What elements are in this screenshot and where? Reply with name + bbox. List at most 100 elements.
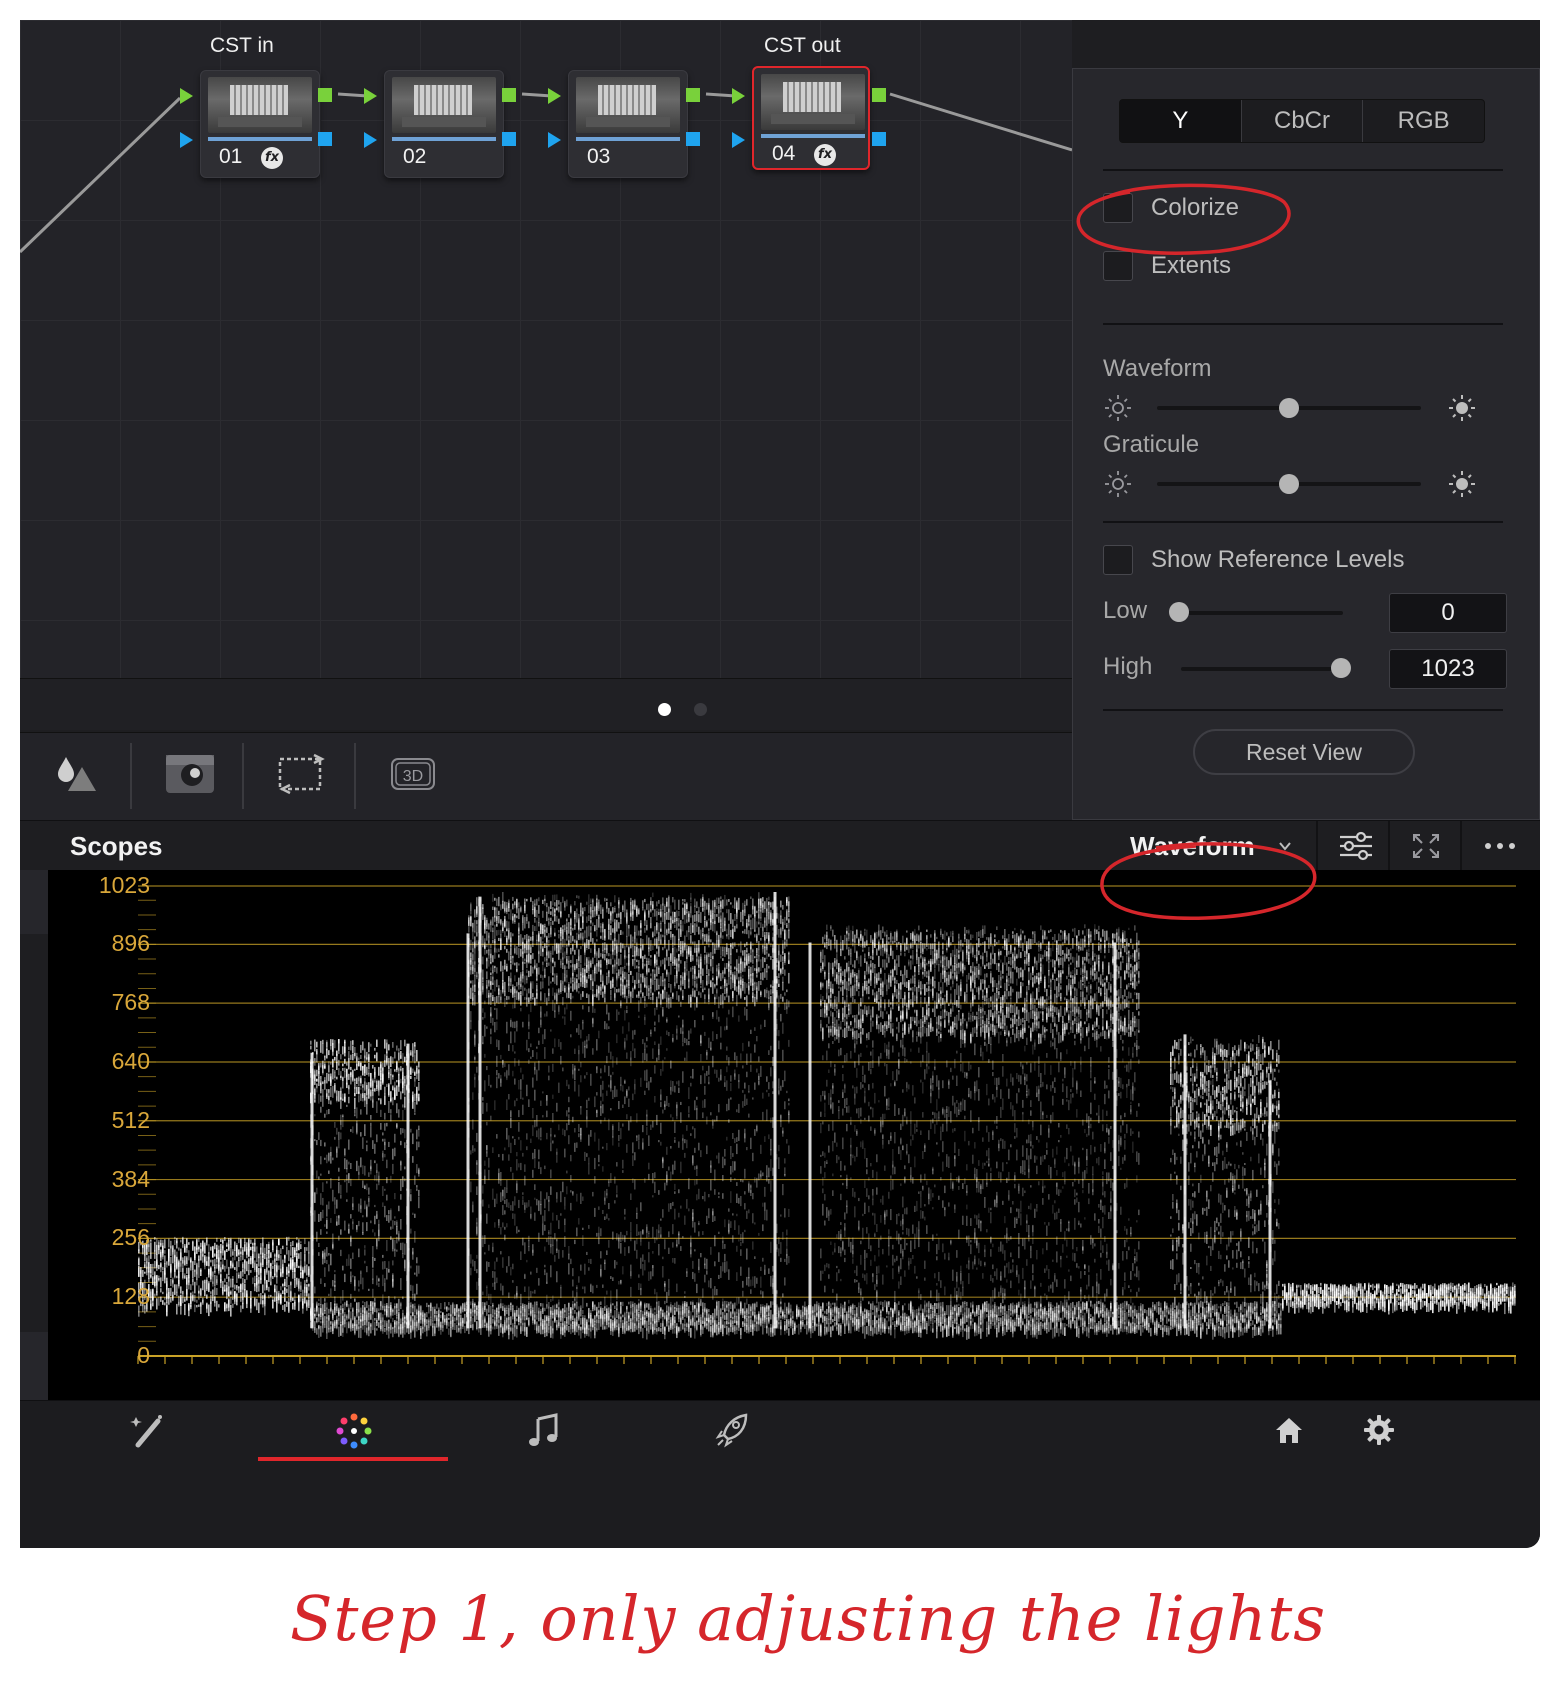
node-02-output-blue[interactable] (502, 132, 516, 146)
node-04-input-blue[interactable] (732, 132, 745, 148)
extents-checkbox[interactable] (1103, 251, 1133, 281)
node-number: 01 (219, 145, 243, 168)
node-toolbar: 3D (20, 732, 1072, 820)
graticule-brightness-knob[interactable] (1279, 474, 1299, 494)
node-connections (20, 92, 1072, 254)
y-tick-label: 768 (111, 989, 150, 1016)
node-04-output-green[interactable] (872, 88, 886, 102)
sun-bright-icon (1449, 395, 1475, 421)
y-tick-label: 384 (111, 1165, 150, 1192)
cst-in-label: CST in (210, 34, 274, 57)
low-level-slider[interactable] (1173, 611, 1343, 615)
scope-type-dropdown[interactable]: Waveform (1130, 831, 1255, 862)
node-03[interactable]: 03 (568, 70, 688, 178)
show-reference-levels-option[interactable]: Show Reference Levels (1103, 543, 1404, 577)
node-02-output-green[interactable] (502, 88, 516, 102)
y-tick-label: 640 (111, 1047, 150, 1074)
y-tick-label: 896 (111, 930, 150, 957)
3d-icon[interactable]: 3D (386, 751, 442, 797)
extents-label: Extents (1151, 252, 1232, 279)
node-01-input-green[interactable] (180, 88, 193, 104)
high-level-knob[interactable] (1331, 658, 1351, 678)
waveform-trace (138, 891, 1516, 1340)
waveform-brightness-title: Waveform (1103, 355, 1212, 382)
extents-option[interactable]: Extents (1103, 249, 1231, 283)
mode-tab-cbcr[interactable]: CbCr (1242, 100, 1364, 142)
node-01-input-blue[interactable] (180, 132, 193, 148)
node-number: 04 (772, 142, 796, 165)
node-02[interactable]: 02 (384, 70, 504, 178)
node-03-output-green[interactable] (686, 88, 700, 102)
node-01-output-green[interactable] (318, 88, 332, 102)
deliver-page-button[interactable] (638, 1401, 828, 1461)
mode-tab-rgb[interactable]: RGB (1363, 100, 1484, 142)
fx-icon: fx (261, 147, 283, 169)
settings-button[interactable] (1340, 1401, 1420, 1461)
scope-settings-icon[interactable] (1338, 829, 1374, 863)
node-03-output-blue[interactable] (686, 132, 700, 146)
scopes-header: Scopes Waveform (20, 820, 1540, 871)
y-tick-label: 256 (111, 1224, 150, 1251)
node-01[interactable]: 01 fx (200, 70, 320, 178)
page-navigation-bar (20, 1400, 1540, 1548)
node-03-input-green[interactable] (548, 88, 561, 104)
node-03-input-blue[interactable] (548, 132, 561, 148)
scope-mode-segmented-control: Y CbCr RGB (1119, 99, 1485, 143)
deliver-icon (715, 1413, 748, 1448)
transform-icon[interactable] (274, 751, 330, 797)
node-04-input-green[interactable] (732, 88, 745, 104)
edit-icon (130, 1415, 162, 1448)
node-thumbnail (761, 74, 865, 130)
show-reference-levels-label: Show Reference Levels (1151, 546, 1405, 573)
scope-settings-panel: Y CbCr RGB Colorize Extents Waveform Gra… (1072, 68, 1540, 820)
high-level-value[interactable]: 1023 (1389, 649, 1507, 689)
chevron-down-icon[interactable] (1278, 839, 1292, 853)
node-02-input-blue[interactable] (364, 132, 377, 148)
node-number: 02 (403, 145, 427, 168)
mode-tab-y[interactable]: Y (1120, 100, 1242, 142)
y-tick-label: 128 (111, 1283, 150, 1310)
gear-icon (1364, 1415, 1394, 1445)
key-mask-icon[interactable] (162, 751, 218, 797)
resolve-app-window: CST in CST out 01 fx 02 03 04 fx 3D Y Cb… (20, 20, 1540, 1548)
low-level-knob[interactable] (1169, 602, 1189, 622)
node-graph[interactable]: CST in CST out 01 fx 02 03 04 fx (20, 20, 1072, 728)
home-button[interactable] (1250, 1401, 1330, 1461)
fx-icon: fx (814, 144, 836, 166)
node-thumbnail (208, 77, 312, 133)
node-01-output-blue[interactable] (318, 132, 332, 146)
waveform-brightness-knob[interactable] (1279, 398, 1299, 418)
y-tick-label: 1023 (98, 872, 150, 898)
expand-icon[interactable] (1408, 829, 1444, 863)
fairlight-icon (529, 1413, 558, 1446)
node-04[interactable]: 04 fx (752, 66, 870, 170)
more-options-icon[interactable] (1482, 829, 1518, 863)
y-tick-label: 0 (137, 1342, 150, 1368)
node-number: 03 (587, 145, 611, 168)
waveform-scope[interactable]: 1023 896 768 640 512 384 256 128 0 (20, 870, 1540, 1400)
color-icon (336, 1413, 372, 1449)
page-dot[interactable] (694, 703, 707, 716)
waveform-plot (137, 885, 1516, 1364)
cst-out-label: CST out (764, 34, 841, 57)
node-04-output-blue[interactable] (872, 132, 886, 146)
high-label: High (1103, 653, 1153, 680)
colorize-option[interactable]: Colorize (1103, 191, 1239, 225)
colorize-checkbox[interactable] (1103, 193, 1133, 223)
sun-bright-icon (1449, 471, 1475, 497)
high-level-slider[interactable] (1181, 667, 1351, 671)
node-thumbnail (392, 77, 496, 133)
edit-page-button[interactable] (40, 1401, 240, 1461)
node-02-input-green[interactable] (364, 88, 377, 104)
fairlight-page-button[interactable] (448, 1401, 638, 1461)
scopes-title: Scopes (70, 831, 163, 861)
color-page-button[interactable] (258, 1401, 448, 1461)
color-correction-icon[interactable] (54, 751, 110, 797)
show-reference-levels-checkbox[interactable] (1103, 545, 1133, 575)
home-icon (1276, 1418, 1302, 1443)
page-dot-active[interactable] (658, 703, 671, 716)
annotation-caption: Step 1, only adjusting the lights (290, 1582, 1327, 1655)
low-level-value[interactable]: 0 (1389, 593, 1507, 633)
node-thumbnail (576, 77, 680, 133)
reset-view-button[interactable]: Reset View (1193, 729, 1415, 775)
